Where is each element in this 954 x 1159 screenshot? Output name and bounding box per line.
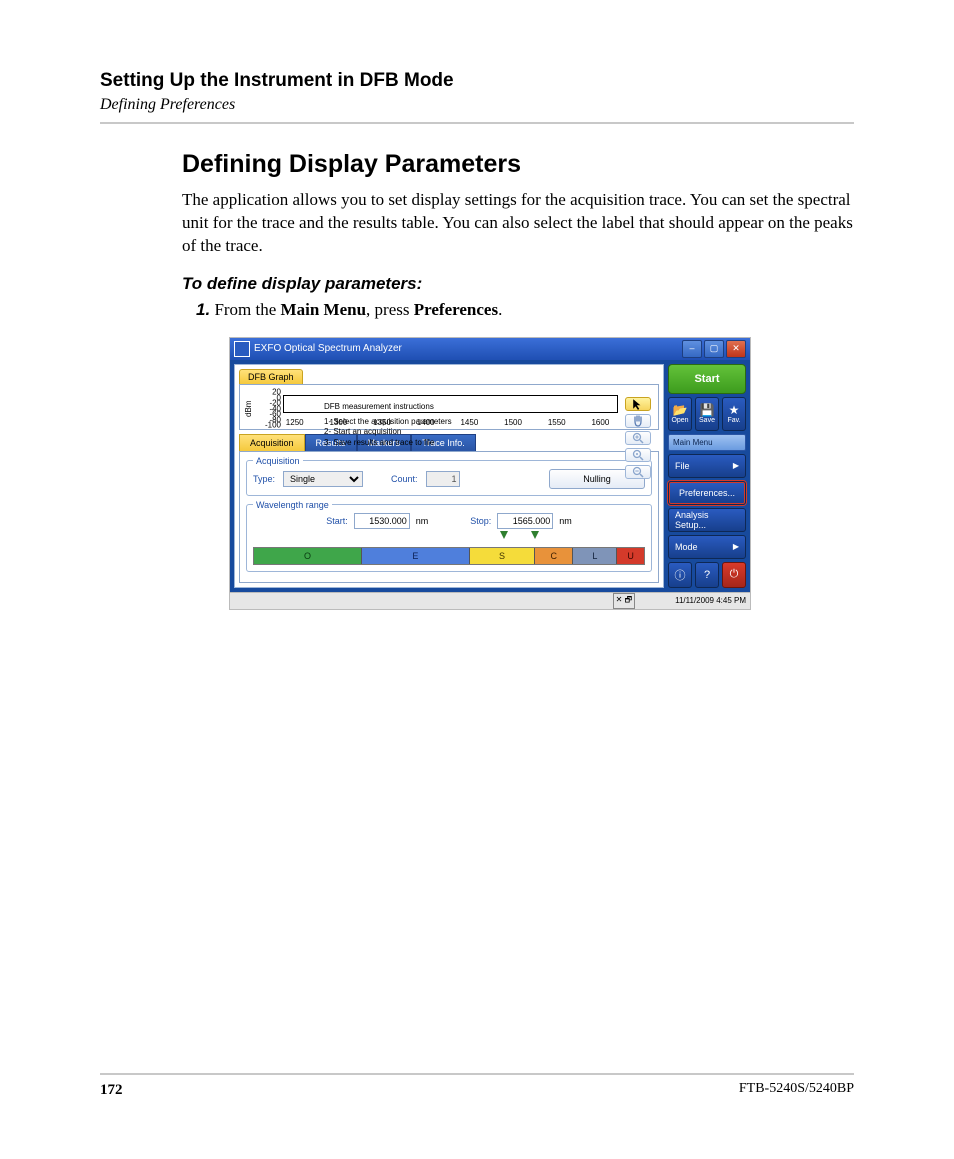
folder-open-icon: 📂: [673, 404, 688, 416]
pointer-tool[interactable]: [625, 397, 651, 411]
count-field: [426, 471, 460, 487]
start-label: Start:: [326, 516, 348, 526]
instruction-title: To define display parameters:: [100, 274, 854, 294]
y-tick: -100: [255, 420, 281, 429]
help-button[interactable]: ?: [695, 562, 719, 588]
main-pane: DFB Graph dBm DFB measurement instructio…: [234, 364, 664, 588]
plot-canvas: DFB measurement instructions 1- Select t…: [283, 395, 618, 413]
zoom-fit-tool[interactable]: [625, 448, 651, 462]
side-menu: Start 📂Open 💾Save ★Fav. Main Menu File▶ …: [664, 360, 750, 592]
step-bold-1: Main Menu: [281, 300, 366, 319]
unit-label: nm: [559, 516, 572, 526]
menu-mode[interactable]: Mode▶: [668, 535, 746, 559]
wavelength-slider[interactable]: [253, 531, 645, 541]
section-title: Defining Display Parameters: [100, 150, 854, 179]
wavelength-fieldset: Wavelength range Start: nm Stop: nm: [246, 500, 652, 572]
open-button[interactable]: 📂Open: [668, 397, 692, 431]
y-axis-label: dBm: [242, 391, 255, 427]
stop-field[interactable]: [497, 513, 553, 529]
model-number: FTB-5240S/5240BP: [739, 1081, 854, 1097]
exit-button[interactable]: ⏻: [722, 562, 746, 588]
floppy-icon: 💾: [700, 404, 715, 416]
acquisition-fieldset: Acquisition Type: Single Count: Nulling: [246, 456, 652, 496]
save-button[interactable]: 💾Save: [695, 397, 719, 431]
page-number: 172: [100, 1082, 123, 1098]
chevron-right-icon: ▶: [733, 542, 739, 551]
section-subtitle: Defining Preferences: [100, 96, 854, 114]
start-button[interactable]: Start: [668, 364, 746, 394]
status-time: 11/11/2009 4:45 PM: [675, 596, 746, 605]
start-field[interactable]: [354, 513, 410, 529]
maximize-button[interactable]: ▢: [704, 340, 724, 358]
body-text: The application allows you to set displa…: [100, 189, 854, 258]
window-title: EXFO Optical Spectrum Analyzer: [254, 343, 402, 354]
footer-divider: [100, 1073, 854, 1075]
step-1: 1. From the Main Menu, press Preferences…: [100, 300, 854, 320]
band-bar: O E S C L U: [253, 547, 645, 565]
dfb-graph-tab[interactable]: DFB Graph: [239, 369, 303, 384]
chevron-right-icon: ▶: [733, 461, 739, 470]
acquisition-legend: Acquisition: [253, 456, 303, 466]
close-button[interactable]: ✕: [726, 340, 746, 358]
plot-instruction-title: DFB measurement instructions: [324, 402, 452, 413]
type-label: Type:: [253, 474, 275, 484]
count-label: Count:: [391, 474, 418, 484]
minimize-button[interactable]: ‒: [682, 340, 702, 358]
graph-area: dBm DFB measurement instructions 1- Sele…: [239, 384, 659, 430]
x-tick: 1400: [417, 418, 435, 427]
menu-analysis-setup[interactable]: Analysis Setup...: [668, 508, 746, 532]
band-s: S: [470, 548, 535, 564]
pan-tool[interactable]: [625, 414, 651, 428]
main-menu-header: Main Menu: [668, 434, 746, 451]
app-screenshot: EXFO Optical Spectrum Analyzer ‒ ▢ ✕ DFB…: [230, 338, 750, 609]
plot-instruction-line: 3- Save results and trace to file: [324, 438, 452, 449]
window-titlebar: EXFO Optical Spectrum Analyzer ‒ ▢ ✕: [230, 338, 750, 360]
x-tick: 1300: [329, 418, 347, 427]
wavelength-legend: Wavelength range: [253, 500, 332, 510]
x-tick: 1250: [286, 418, 304, 427]
band-e: E: [362, 548, 470, 564]
step-text: From the: [214, 300, 280, 319]
stop-label: Stop:: [470, 516, 491, 526]
chapter-title: Setting Up the Instrument in DFB Mode: [100, 70, 854, 92]
x-tick: 1550: [548, 418, 566, 427]
tab-acquisition[interactable]: Acquisition: [239, 434, 305, 451]
band-c: C: [535, 548, 573, 564]
acquisition-panel: Acquisition Type: Single Count: Nulling …: [239, 451, 659, 583]
app-icon: [234, 341, 250, 357]
step-text: , press: [366, 300, 414, 319]
band-u: U: [617, 548, 644, 564]
star-icon: ★: [729, 404, 740, 416]
info-button[interactable]: ⓘ: [668, 562, 692, 588]
band-l: L: [573, 548, 617, 564]
band-o: O: [254, 548, 362, 564]
status-icons: ✕ 🗗: [613, 593, 635, 609]
x-tick: 1350: [373, 418, 391, 427]
unit-label: nm: [416, 516, 429, 526]
plot-instruction-line: 2- Start an acquisition: [324, 427, 452, 438]
menu-file[interactable]: File▶: [668, 454, 746, 478]
step-text: .: [498, 300, 502, 319]
menu-preferences[interactable]: Preferences...: [668, 481, 746, 505]
step-number: 1.: [196, 300, 210, 319]
info-icon: ⓘ: [675, 567, 686, 583]
x-tick: 1500: [504, 418, 522, 427]
type-select[interactable]: Single: [283, 471, 363, 487]
zoom-in-tool[interactable]: [625, 431, 651, 445]
help-icon: ?: [704, 569, 710, 581]
fav-button[interactable]: ★Fav.: [722, 397, 746, 431]
x-tick: 1600: [591, 418, 609, 427]
power-icon: ⏻: [730, 568, 739, 581]
zoom-out-tool[interactable]: [625, 465, 651, 479]
status-bar: ✕ 🗗 11/11/2009 4:45 PM: [230, 592, 750, 609]
x-tick: 1450: [460, 418, 478, 427]
step-bold-2: Preferences: [414, 300, 498, 319]
divider: [100, 122, 854, 124]
